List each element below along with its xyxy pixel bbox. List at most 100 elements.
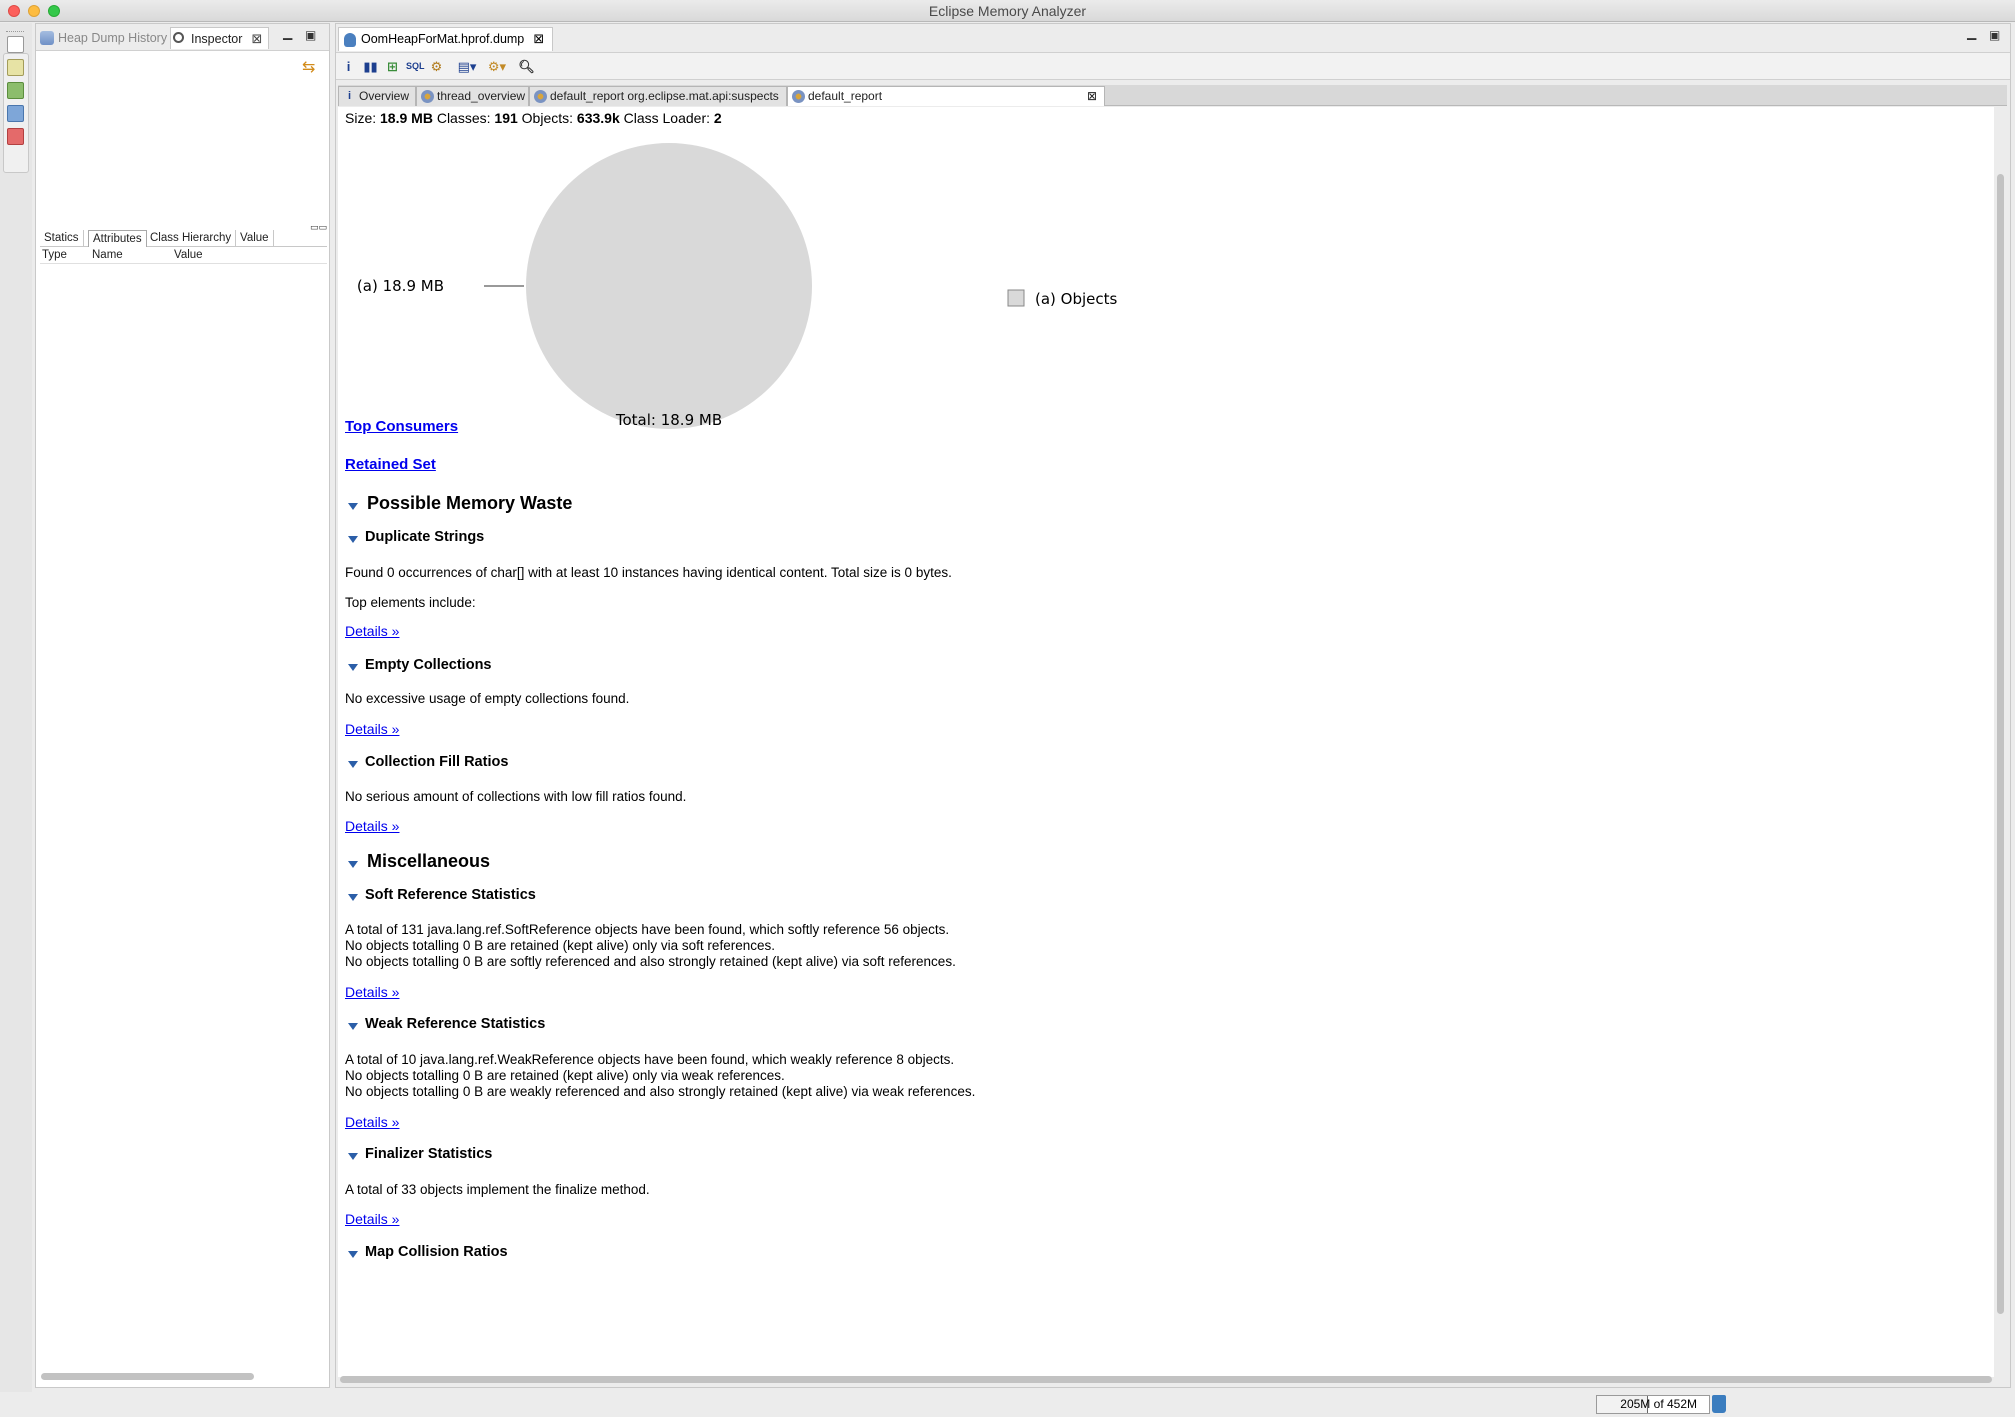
collection-fill-ratios-text: No serious amount of collections with lo… [345,789,687,804]
sync-link-icon[interactable]: ⇆ [302,57,320,76]
section-weak-reference-statistics[interactable]: Weak Reference Statistics [345,1016,545,1032]
report-gear-icon [792,90,805,103]
notes-icon[interactable] [7,59,24,76]
collapse-icon[interactable] [348,1023,358,1030]
heap-used: 205M [1620,1397,1651,1411]
finalizer-text: A total of 33 objects implement the fina… [345,1182,650,1197]
tab-inspector[interactable]: Inspector ⊠ [170,27,270,50]
collapse-icon[interactable] [348,1153,358,1160]
report-tabs: i Overview thread_overview default_repor… [338,85,2007,122]
collapse-icon[interactable] [348,1251,358,1258]
collapse-icon[interactable] [348,503,358,510]
column-type[interactable]: Type [42,249,67,261]
heap-history-icon [40,31,54,45]
finalizer-details-link[interactable]: Details » [345,1211,399,1227]
soft-reference-details-link[interactable]: Details » [345,984,399,1000]
legend-label: (a) Objects [1035,290,1118,308]
weak-reference-details-link[interactable]: Details » [345,1114,399,1130]
collapse-icon[interactable] [348,894,358,901]
report-gear-icon [534,90,547,103]
column-name[interactable]: Name [92,249,123,261]
close-tab-icon[interactable]: ⊠ [1087,87,1097,106]
section-miscellaneous[interactable]: Miscellaneous [345,851,490,872]
empty-collections-text: No excessive usage of empty collections … [345,691,630,706]
editor-area: OomHeapForMat.hprof.dump ⊠ ▁ ▣ i ▮▮ ⊞ SQ… [335,23,2011,1388]
inspector-magnifier-icon [173,32,184,43]
total-label: Total: 18.9 MB [615,411,722,429]
minimize-editor-icon[interactable]: ▁ [1967,26,1976,40]
minimize-view-icon[interactable]: ▁ [283,26,292,40]
close-tab-icon[interactable]: ⊠ [533,28,544,50]
horizontal-scrollbar[interactable] [340,1376,1992,1383]
pie-slice-0 [526,143,812,429]
section-possible-memory-waste[interactable]: Possible Memory Waste [345,493,572,514]
query-browser-icon[interactable]: ⚙ [428,58,445,75]
heap-total: of 452M [1653,1397,1697,1411]
window-title: Eclipse Memory Analyzer [928,3,1087,19]
soft-reference-line-2: No objects totalling 0 B are retained (k… [345,938,775,953]
vertical-scrollbar[interactable] [1997,174,2004,1314]
collapse-icon[interactable] [348,861,358,868]
editor-tabs: OomHeapForMat.hprof.dump ⊠ ▁ ▣ [336,24,2010,51]
error-log-icon[interactable] [7,128,24,145]
duplicate-strings-details-link[interactable]: Details » [345,623,399,639]
legend-swatch [1007,289,1025,307]
expert-icon[interactable]: ⚙▾ [484,58,510,75]
tab-top-components-report[interactable]: default_report org.eclipse.mat.api:top_c… [787,86,1105,122]
retained-set-link[interactable]: Retained Set [345,456,436,473]
section-finalizer-statistics[interactable]: Finalizer Statistics [345,1146,492,1162]
pie-chart: (a) 18.9 MB Total: 18.9 MB (a) Objects [357,143,1118,429]
section-duplicate-strings[interactable]: Duplicate Strings [345,529,484,545]
editor-toolbar: i ▮▮ ⊞ SQL ⚙ ▤▾ ⚙▾ 🔍︎ [336,52,2010,80]
section-collection-fill-ratios[interactable]: Collection Fill Ratios [345,754,508,770]
tab-statics[interactable]: Statics [40,230,84,247]
summary-line: Size: 18.9 MB Classes: 191 Objects: 633.… [345,110,722,126]
weak-reference-line-3: No objects totalling 0 B are weakly refe… [345,1084,976,1099]
tab-attributes[interactable]: Attributes [88,230,147,247]
restore-icon[interactable] [7,36,24,53]
tab-class-hierarchy[interactable]: Class Hierarchy [146,230,237,247]
column-value[interactable]: Value [174,249,203,261]
subtab-minimize-icon[interactable]: ▭▭ [310,222,327,233]
attributes-table-header: Type Name Value [40,248,327,264]
tab-overview[interactable]: i Overview [338,86,416,106]
collapse-icon[interactable] [348,761,358,768]
maximize-view-icon[interactable]: ▣ [305,28,316,42]
tab-heap-dump-history[interactable]: Heap Dump History [38,27,167,49]
weak-reference-line-2: No objects totalling 0 B are retained (k… [345,1068,785,1083]
section-empty-collections[interactable]: Empty Collections [345,657,492,673]
trash-icon[interactable] [1712,1395,1726,1413]
dominator-tree-icon[interactable]: ⊞ [384,58,401,75]
tab-suspects-report[interactable]: default_report org.eclipse.mat.api:suspe… [529,86,787,106]
collapse-icon[interactable] [348,536,358,543]
slice-label: (a) 18.9 MB [357,277,444,295]
left-trim-bar [0,23,32,1395]
navigation-history-icon[interactable] [7,82,24,99]
inspector-panel: Heap Dump History Inspector ⊠ ▁ ▣ ⇆ Stat… [35,23,330,1388]
oql-icon[interactable]: SQL [406,58,425,75]
heap-dump-icon [344,33,356,47]
collection-fill-ratios-details-link[interactable]: Details » [345,818,399,834]
soft-reference-line-3: No objects totalling 0 B are softly refe… [345,954,956,969]
section-soft-reference-statistics[interactable]: Soft Reference Statistics [345,887,536,903]
histogram-icon[interactable]: ▮▮ [362,58,379,75]
info-icon[interactable]: i [340,58,357,75]
top-consumers-link[interactable]: Top Consumers [345,418,458,435]
search-icon[interactable]: 🔍︎ [518,58,535,75]
horizontal-scrollbar[interactable] [41,1373,254,1380]
close-tab-icon[interactable]: ⊠ [252,28,263,50]
tab-thread-overview[interactable]: thread_overview [416,86,529,106]
report-icon[interactable]: ▤▾ [454,58,480,75]
compare-basket-icon[interactable] [7,105,24,122]
tab-value[interactable]: Value [236,230,274,247]
trim-grip[interactable] [6,31,24,33]
heap-status[interactable]: 205M of 452M [1596,1395,1710,1414]
title-bar: Eclipse Memory Analyzer [0,0,2015,22]
tab-heap-dump-editor[interactable]: OomHeapForMat.hprof.dump ⊠ [338,27,554,51]
report-content: Size: 18.9 MB Classes: 191 Objects: 633.… [338,107,1994,1377]
collapse-icon[interactable] [348,664,358,671]
left-view-tabs: Heap Dump History Inspector ⊠ ▁ ▣ [36,24,329,51]
empty-collections-details-link[interactable]: Details » [345,721,399,737]
section-map-collision-ratios[interactable]: Map Collision Ratios [345,1244,508,1260]
maximize-editor-icon[interactable]: ▣ [1989,28,2000,42]
